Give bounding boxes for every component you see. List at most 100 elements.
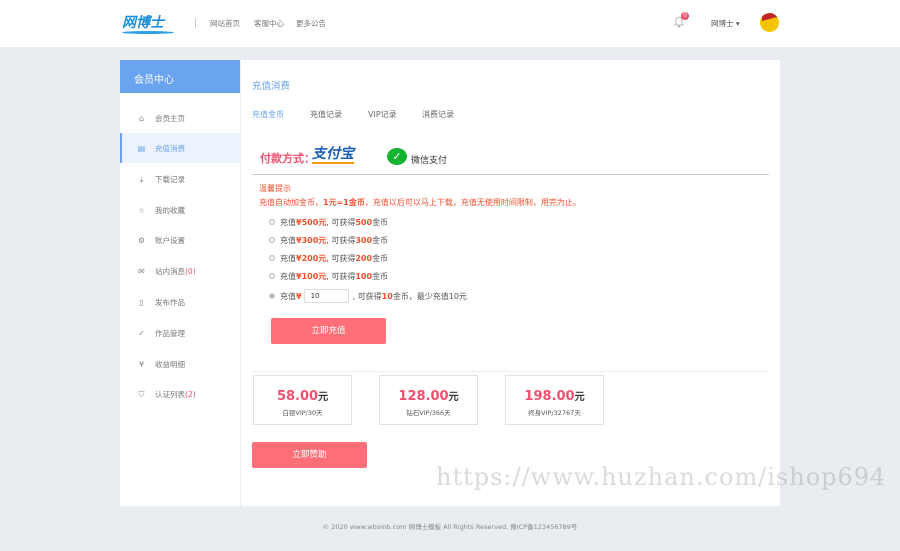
option-300[interactable]: 充值 ¥300元, 可获得 300 金币 bbox=[269, 234, 388, 246]
sidebar-item-recharge[interactable]: ▤ 充值消费 bbox=[120, 133, 240, 163]
option-coins: 200 bbox=[355, 253, 373, 263]
nav-home[interactable]: 网站首页 bbox=[210, 18, 240, 29]
option-coins: 100 bbox=[355, 271, 373, 281]
option-text: 充值 bbox=[280, 291, 296, 301]
vip-price: 128.00 bbox=[398, 389, 449, 404]
sidebar-item-label: 会员主页 bbox=[155, 113, 185, 123]
sidebar-title: 会员中心 bbox=[120, 60, 240, 93]
sidebar-item-favorites[interactable]: ☆ 我的收藏 bbox=[120, 195, 240, 225]
sponsor-button[interactable]: 立即赞助 bbox=[252, 442, 367, 468]
nav-notices[interactable]: 更多公告 bbox=[296, 18, 326, 29]
option-200[interactable]: 充值 ¥200元, 可获得 200 金币 bbox=[269, 252, 388, 264]
sidebar: 会员中心 ⌂ 会员主页 ▤ 充值消费 ⤓ 下载记录 ☆ 我的收藏 ⚙ 账户设置 ✉ 站内消息… bbox=[120, 60, 240, 506]
vip-card-lifetime[interactable]: 198.00元 终身VIP/32767天 bbox=[505, 375, 604, 425]
mail-icon: ✉ bbox=[138, 266, 145, 276]
option-text: 金币 bbox=[372, 253, 389, 263]
sidebar-item-downloads[interactable]: ⤓ 下载记录 bbox=[120, 164, 240, 194]
tab-vip-records[interactable]: VIP记录 bbox=[368, 109, 397, 120]
alipay-option[interactable]: 支付宝 bbox=[312, 146, 354, 164]
sidebar-item-label: 认证列表 bbox=[155, 389, 185, 399]
option-coins: 300 bbox=[355, 235, 373, 245]
vip-price: 58.00 bbox=[276, 389, 319, 404]
vip-unit: 元 bbox=[574, 392, 585, 403]
nav-service[interactable]: 客服中心 bbox=[254, 18, 284, 29]
sidebar-item-certs[interactable]: ⛉ 认证列表 (2) bbox=[120, 379, 240, 409]
footer: © 2020 www.wbsmb.com 网博士模板 All Rights Re… bbox=[322, 523, 578, 531]
option-text: 充值 bbox=[280, 217, 296, 227]
sidebar-item-label: 站内消息 bbox=[155, 266, 185, 276]
sidebar-item-label: 下载记录 bbox=[155, 174, 185, 184]
cert-count: (2) bbox=[185, 389, 196, 399]
logo[interactable]: 网博士 bbox=[122, 12, 174, 34]
wechat-option[interactable]: 微信支付 bbox=[411, 153, 447, 166]
option-text: 金币，最少充值10元 bbox=[392, 291, 467, 301]
option-100[interactable]: 充值 ¥100元, 可获得 100 金币 bbox=[269, 270, 388, 282]
radio[interactable] bbox=[269, 255, 275, 261]
option-price: ¥500元 bbox=[296, 217, 327, 227]
payment-label: 付款方式： bbox=[260, 152, 315, 165]
gear-icon: ⚙ bbox=[137, 235, 146, 245]
tab-recharge-records[interactable]: 充值记录 bbox=[310, 109, 342, 120]
main-panel: 充值消费 充值金币 充值记录 VIP记录 消费记录 付款方式： 支付宝 ✓ 微信… bbox=[241, 60, 780, 506]
avatar[interactable] bbox=[760, 13, 779, 32]
option-text: , 可获得 bbox=[326, 235, 356, 245]
vip-card-silver[interactable]: 58.00元 白银VIP/30天 bbox=[253, 375, 352, 425]
tip-rate: 1元=1金币 bbox=[323, 198, 365, 207]
wechat-icon[interactable]: ✓ bbox=[387, 148, 407, 165]
option-text: 金币 bbox=[372, 271, 389, 281]
message-count: (0) bbox=[185, 266, 196, 276]
recharge-button[interactable]: 立即充值 bbox=[271, 318, 386, 344]
sidebar-item-works[interactable]: ✓ 作品管理 bbox=[120, 318, 240, 348]
tab-recharge-coins[interactable]: 充值金币 bbox=[252, 109, 284, 120]
file-icon: ▯ bbox=[139, 297, 144, 307]
sidebar-item-earnings[interactable]: ¥ 收益明细 bbox=[120, 349, 240, 379]
option-coins: 10 bbox=[381, 291, 393, 301]
check-circle-icon: ✓ bbox=[138, 328, 145, 338]
option-price: ¥300元 bbox=[296, 235, 327, 245]
option-text: , 可获得 bbox=[326, 271, 356, 281]
vip-card-diamond[interactable]: 128.00元钻石VIP/366天 bbox=[379, 375, 478, 425]
vip-unit: 元 bbox=[448, 392, 459, 403]
option-text: 充值 bbox=[280, 235, 296, 245]
notification-badge: 0 bbox=[681, 12, 689, 20]
sidebar-item-messages[interactable]: ✉ 站内消息 (0) bbox=[120, 256, 240, 286]
tip-part: ，充值以后可以马上下载，充值无使用时间限制，用完为止。 bbox=[364, 198, 581, 207]
option-text: , 可获得 bbox=[326, 253, 356, 263]
radio[interactable] bbox=[269, 219, 275, 225]
radio[interactable] bbox=[269, 293, 275, 299]
sidebar-item-label: 作品管理 bbox=[155, 328, 185, 338]
option-price: ¥200元 bbox=[296, 253, 327, 263]
option-500[interactable]: 充值 ¥500元, 可获得 500 金币 bbox=[269, 216, 388, 228]
divider bbox=[252, 371, 769, 372]
sidebar-item-settings[interactable]: ⚙ 账户设置 bbox=[120, 225, 240, 255]
divider bbox=[252, 174, 769, 175]
bill-icon: ▤ bbox=[137, 143, 146, 153]
sidebar-item-label: 账户设置 bbox=[155, 235, 185, 245]
user-menu[interactable]: 网博士 ▾ bbox=[711, 18, 740, 29]
sidebar-item-label: 发布作品 bbox=[155, 297, 185, 307]
radio[interactable] bbox=[269, 237, 275, 243]
sidebar-item-home[interactable]: ⌂ 会员主页 bbox=[120, 103, 240, 133]
sidebar-item-publish[interactable]: ▯ 发布作品 bbox=[120, 287, 240, 317]
radio[interactable] bbox=[269, 273, 275, 279]
amount-input[interactable] bbox=[303, 289, 349, 303]
divider bbox=[195, 18, 196, 28]
yen-sign: ¥ bbox=[296, 291, 302, 301]
vip-desc: 钻石VIP/366天 bbox=[406, 409, 451, 417]
sidebar-item-label: 我的收藏 bbox=[155, 205, 185, 215]
page-title: 充值消费 bbox=[252, 81, 291, 92]
option-text: , 可获得 bbox=[326, 217, 356, 227]
vip-desc: 终身VIP/32767天 bbox=[528, 409, 581, 417]
tab-consume-records[interactable]: 消费记录 bbox=[422, 109, 454, 120]
option-custom[interactable]: 充值 ¥ , 可获得 10 金币，最少充值10元 bbox=[269, 288, 467, 304]
shield-icon: ⛉ bbox=[138, 389, 145, 399]
option-text: 充值 bbox=[280, 271, 296, 281]
sidebar-item-label: 收益明细 bbox=[155, 359, 185, 369]
home-icon: ⌂ bbox=[138, 113, 145, 123]
option-price: ¥100元 bbox=[296, 271, 327, 281]
tip-text: 充值自动加金币，1元=1金币，充值以后可以马上下载，充值无使用时间限制，用完为止… bbox=[259, 197, 581, 208]
watermark: https://www.huzhan.com/ishop694 bbox=[436, 463, 887, 491]
vip-unit: 元 bbox=[318, 392, 329, 403]
tip-title: 温馨提示 bbox=[259, 184, 291, 193]
option-coins: 500 bbox=[355, 217, 373, 227]
